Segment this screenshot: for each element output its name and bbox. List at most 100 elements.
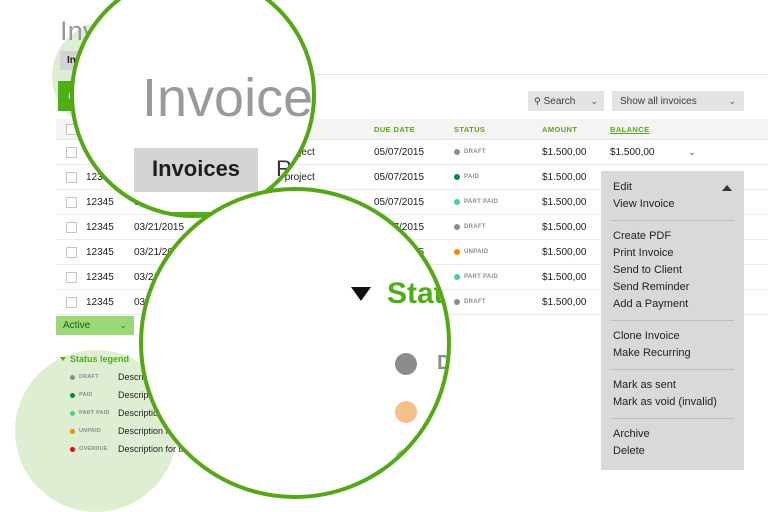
cell-status: UNPAID <box>454 249 542 255</box>
status-dot-icon <box>395 448 417 470</box>
chevron-up-icon[interactable] <box>722 184 732 191</box>
cell-amount: $1.500,00 <box>542 296 587 308</box>
status-dot-icon <box>395 400 417 422</box>
magnified-tab-bar: Invoices Recurring Invoices <box>134 148 312 192</box>
status-label: PAID <box>464 174 480 180</box>
status-dot-icon <box>454 224 460 230</box>
status-label: PART PAID <box>464 274 499 280</box>
status-label: UNPAID <box>464 249 489 255</box>
cell-amount: $1.500,00 <box>542 221 587 233</box>
menu-item-edit[interactable]: Edit <box>601 179 744 196</box>
status-label: DRAFT <box>464 299 486 305</box>
menu-separator <box>611 220 734 221</box>
menu-item-mark-as-sent[interactable]: Mark as sent <box>601 377 744 394</box>
magnifier-circle-status-legend: Status Legend DRAFTSENTVIEWEDDISPUTEDPAI… <box>139 187 451 499</box>
chevron-down-icon: ⌄ <box>119 320 127 330</box>
col-header-due-date[interactable]: DUE DATE <box>374 125 454 134</box>
status-dot-icon <box>454 149 460 155</box>
status-label: DRAFT <box>464 224 486 230</box>
cell-amount: $1.500,00 <box>542 246 587 258</box>
status-dot-icon <box>70 446 75 452</box>
menu-item-send-reminder[interactable]: Send Reminder <box>601 279 744 296</box>
col-header-amount[interactable]: AMOUNT <box>542 125 610 134</box>
list-item: SENT <box>395 387 447 435</box>
status-label: DRAFT <box>464 149 486 155</box>
menu-item-delete[interactable]: Delete <box>601 443 744 460</box>
status-dot-icon <box>70 374 75 380</box>
cell-inv: 12345 <box>86 246 114 258</box>
status-dot-icon <box>395 352 417 374</box>
cell-status: PART PAID <box>454 199 542 205</box>
cell-amount: $1.500,00 <box>542 171 587 183</box>
cell-amount: $1.500,00 <box>542 196 587 208</box>
row-checkbox[interactable] <box>56 221 86 233</box>
menu-item-print-invoice[interactable]: Print Invoice <box>601 245 744 262</box>
cell-inv: 12345 <box>86 296 114 308</box>
row-checkbox[interactable] <box>56 296 86 308</box>
menu-separator <box>611 369 734 370</box>
list-item: DRAFT <box>395 339 447 387</box>
cell-due-date: 05/07/2015 <box>374 146 425 158</box>
col-header-balance[interactable]: BALANCE <box>610 125 680 134</box>
menu-item-send-to-client[interactable]: Send to Client <box>601 262 744 279</box>
status-dot-icon <box>454 199 460 205</box>
magnified-status-legend-list: DRAFTSENTVIEWEDDISPUTEDPAIDOVERDUEVOID <box>395 339 447 495</box>
row-checkbox[interactable] <box>56 246 86 258</box>
status-dot-icon <box>454 299 460 305</box>
menu-separator <box>611 418 734 419</box>
menu-item-clone-invoice[interactable]: Clone Invoice <box>601 328 744 345</box>
cell-amount: $1.500,00 <box>542 271 587 283</box>
row-checkbox[interactable] <box>56 271 86 283</box>
status-dot-icon <box>70 392 75 398</box>
magnified-tab-invoices[interactable]: Invoices <box>134 148 259 192</box>
magnifier-circle-header: Invoices Invoices Recurring Invoices Cre… <box>70 0 316 218</box>
status-label: UNPAID <box>79 428 101 434</box>
cell-status: DRAFT <box>454 224 542 230</box>
status-label: OVERDUE <box>79 446 108 452</box>
bulk-action-value: Active <box>63 320 91 331</box>
menu-item-view-invoice[interactable]: View Invoice <box>601 196 744 213</box>
menu-item-make-recurring[interactable]: Make Recurring <box>601 345 744 362</box>
cell-balance: $1.500,00 <box>610 146 655 158</box>
status-legend-title: Status legend <box>70 354 130 364</box>
invoice-row-context-menu[interactable]: Edit View Invoice Create PDF Print Invoice S… <box>601 171 744 470</box>
search-input[interactable]: ⚲ Search ⌄ <box>528 91 604 111</box>
menu-item-archive[interactable]: Archive <box>601 426 744 443</box>
magnified-status-legend-toggle[interactable]: Status Legend <box>351 277 447 311</box>
status-dot-icon <box>454 249 460 255</box>
cell-status: PAID <box>454 174 542 180</box>
magnified-status-legend-title: Status Legend <box>387 277 447 311</box>
menu-separator <box>611 320 734 321</box>
magnified-tab-recurring-invoices[interactable]: Recurring Invoices <box>258 148 312 192</box>
menu-item-mark-as-void-invalid[interactable]: Mark as void (invalid) <box>601 394 744 411</box>
cell-inv: 12345 <box>86 221 114 233</box>
chevron-down-icon: ⌄ <box>590 95 598 106</box>
chevron-down-icon <box>351 287 371 301</box>
status-label: PART PAID <box>464 199 499 205</box>
menu-item-add-a-payment[interactable]: Add a Payment <box>601 296 744 313</box>
invoice-filter-select[interactable]: Show all invoices ⌄ <box>612 91 744 111</box>
cell-status: DRAFT <box>454 149 542 155</box>
search-icon: ⚲ <box>534 95 541 106</box>
status-label: DRAFT <box>79 374 99 380</box>
col-header-status[interactable]: STATUS <box>454 125 542 134</box>
list-item: VIEWED <box>395 435 447 483</box>
chevron-down-icon <box>60 357 66 361</box>
cell-amount: $1.500,00 <box>542 146 587 158</box>
cell-inv: 12345 <box>86 271 114 283</box>
status-dot-icon <box>70 410 75 416</box>
chevron-down-icon: ⌄ <box>728 95 736 106</box>
bulk-action-select[interactable]: Active ⌄ <box>56 316 134 335</box>
invoice-filter-label: Show all invoices <box>620 95 697 107</box>
cell-status: DRAFT <box>454 299 542 305</box>
cell-status: PART PAID <box>454 274 542 280</box>
status-label: PAID <box>79 392 93 398</box>
status-dot-icon <box>454 174 460 180</box>
row-menu-toggle[interactable]: ⌄ <box>680 147 704 157</box>
search-label: Search <box>543 95 576 107</box>
status-dot-icon <box>70 428 75 434</box>
cell-due-date: 05/07/2015 <box>374 171 425 183</box>
menu-item-create-pdf[interactable]: Create PDF <box>601 228 744 245</box>
menu-item-label: Edit <box>613 181 632 193</box>
magnified-page-title: Invoices <box>142 68 314 128</box>
